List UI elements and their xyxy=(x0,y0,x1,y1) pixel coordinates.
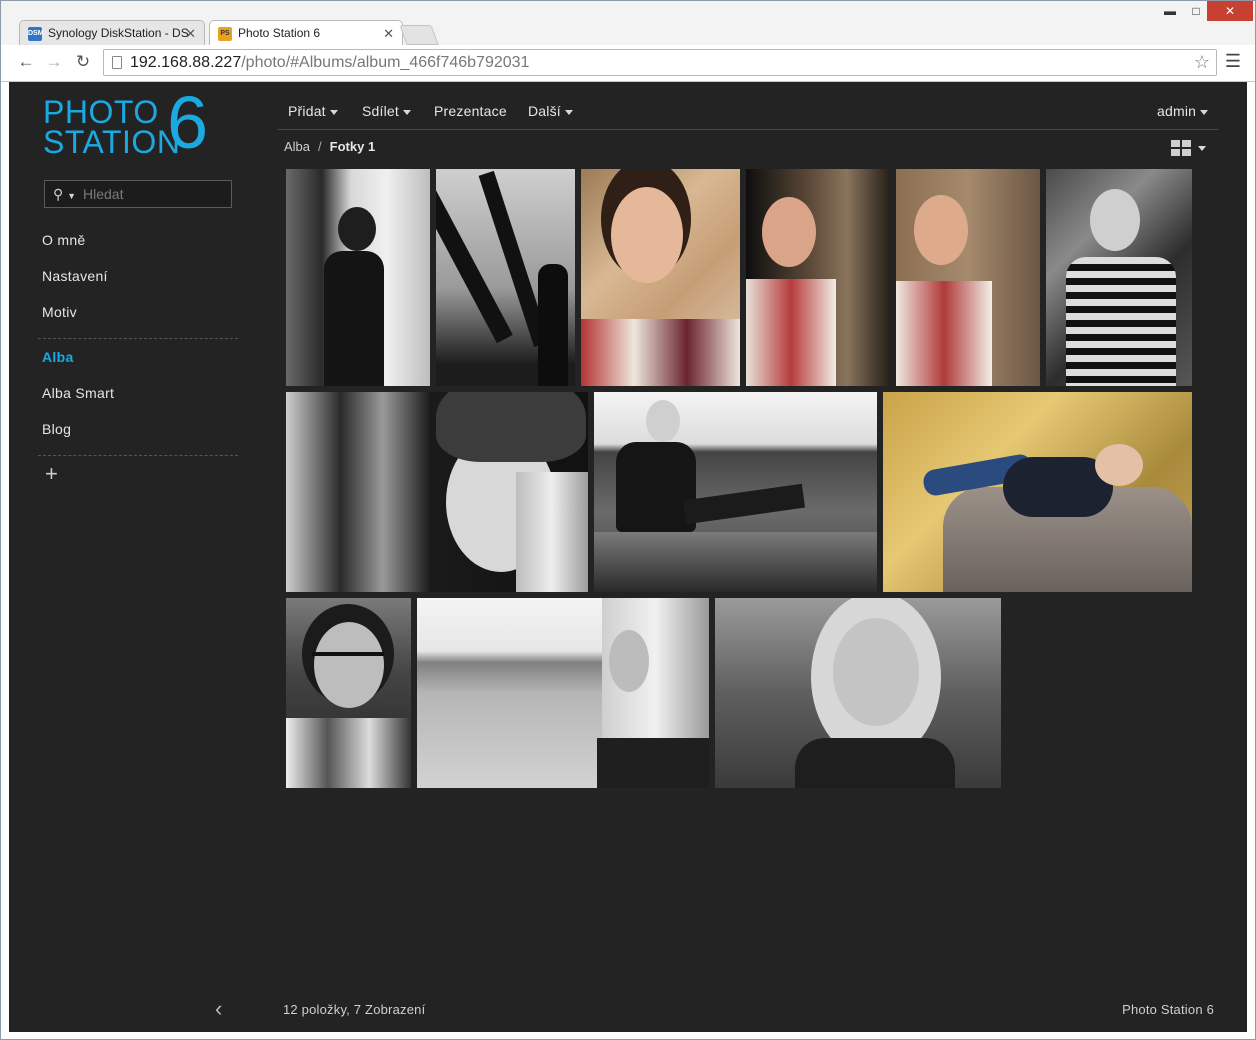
chevron-down-icon xyxy=(329,109,338,115)
breadcrumb: Alba / Fotky 1 xyxy=(284,139,375,154)
page-icon xyxy=(112,56,122,69)
tab-diskstation[interactable]: DSM Synology DiskStation - DS ✕ xyxy=(19,20,205,46)
chevron-down-icon xyxy=(564,109,573,115)
photo-face xyxy=(833,618,919,726)
photo-subject xyxy=(538,264,568,386)
photo-face xyxy=(762,197,816,267)
photo-face xyxy=(1095,444,1143,486)
photo-thumbnail[interactable] xyxy=(286,169,430,386)
add-icon[interactable]: + xyxy=(45,463,58,485)
tab-title: Photo Station 6 xyxy=(238,26,321,40)
breadcrumb-root[interactable]: Alba xyxy=(284,139,310,154)
logo-number: 6 xyxy=(167,81,209,164)
photo-thumbnail[interactable] xyxy=(746,169,890,386)
reload-button[interactable]: ↻ xyxy=(72,51,94,73)
photo-station-favicon-icon: PS xyxy=(218,27,232,41)
close-tab-icon[interactable]: ✕ xyxy=(185,21,196,46)
photo-subject-body xyxy=(324,251,384,386)
add-menu[interactable]: Přidat xyxy=(288,103,338,119)
forward-button[interactable]: → xyxy=(43,51,65,73)
status-text: 12 položky, 7 Zobrazení xyxy=(283,1002,426,1017)
photo-legs xyxy=(682,483,806,525)
share-menu[interactable]: Sdílet xyxy=(362,103,411,119)
sidebar-item-theme[interactable]: Motiv xyxy=(42,304,77,320)
tab-title: Synology DiskStation - DS xyxy=(48,26,189,40)
chevron-down-icon xyxy=(403,109,411,115)
photo-jacket xyxy=(616,442,696,532)
photo-striped-top xyxy=(1066,257,1176,386)
photo-thumbnail[interactable] xyxy=(715,598,1001,788)
photo-thumbnail[interactable] xyxy=(286,392,588,592)
browser-menu-icon[interactable]: ☰ xyxy=(1225,51,1241,72)
photo-jacket xyxy=(795,738,955,788)
photo-face xyxy=(646,400,680,442)
sidebar-item-blog[interactable]: Blog xyxy=(42,421,71,437)
photo-jacket xyxy=(597,738,709,788)
dsm-favicon-icon: DSM xyxy=(28,27,44,41)
photo-hair xyxy=(516,472,588,592)
search-input[interactable]: ⚲ ▼ Hledat xyxy=(44,180,232,208)
photo-scarf xyxy=(896,281,992,386)
photo-thumbnail[interactable] xyxy=(581,169,740,386)
url-path: /photo/#Albums/album_466f746b792031 xyxy=(241,54,530,71)
close-window-button[interactable]: ✕ xyxy=(1207,1,1253,21)
add-menu-label: Přidat xyxy=(288,103,326,119)
sidebar-item-albums[interactable]: Alba xyxy=(42,349,74,365)
photo-thumbnail[interactable] xyxy=(417,598,709,788)
url-host: 192.168.88.227 xyxy=(130,54,242,71)
footer-brand: Photo Station 6 xyxy=(1122,1002,1214,1017)
photo-face xyxy=(611,187,683,283)
photo-face xyxy=(609,630,649,692)
collapse-sidebar-icon[interactable]: ‹ xyxy=(215,996,222,1022)
browser-toolbar: ← → ↻ 192.168.88.227/photo/#Albums/album… xyxy=(1,45,1255,82)
photo-face xyxy=(1090,189,1140,251)
user-name: admin xyxy=(1157,103,1197,119)
photo-thumbnail[interactable] xyxy=(883,392,1192,592)
sidebar-item-about[interactable]: O mně xyxy=(42,232,86,248)
more-menu-label: Další xyxy=(528,103,561,119)
slideshow-button[interactable]: Prezentace xyxy=(434,103,507,119)
bookmark-star-icon[interactable]: ☆ xyxy=(1194,50,1210,75)
more-menu[interactable]: Další xyxy=(528,103,573,119)
photo-scarf xyxy=(286,718,411,788)
sidebar-item-settings[interactable]: Nastavení xyxy=(42,268,108,284)
photo-thumbnail[interactable] xyxy=(286,598,411,788)
grid-view-icon[interactable] xyxy=(1171,140,1191,156)
photo-glasses xyxy=(312,652,384,670)
breadcrumb-current: Fotky 1 xyxy=(329,139,376,154)
address-bar[interactable]: 192.168.88.227/photo/#Albums/album_466f7… xyxy=(103,49,1217,76)
back-button[interactable]: ← xyxy=(15,51,37,73)
photo-thumbnail[interactable] xyxy=(436,169,575,386)
chevron-down-icon xyxy=(1200,109,1209,115)
user-menu[interactable]: admin xyxy=(1157,103,1209,119)
new-tab-button[interactable] xyxy=(399,25,439,45)
photo-subject xyxy=(338,207,376,251)
share-menu-label: Sdílet xyxy=(362,103,399,119)
photo-station-app: PHOTO STATION 6 ⚲ ▼ Hledat O mně Nastave… xyxy=(9,82,1247,1032)
photo-thumbnail[interactable] xyxy=(1046,169,1192,386)
photo-scarf xyxy=(746,279,836,386)
sidebar-divider xyxy=(38,455,238,456)
browser-window: DSM Synology DiskStation - DS ✕ PS Photo… xyxy=(0,0,1256,1040)
tab-photo-station[interactable]: PS Photo Station 6 ✕ xyxy=(209,20,403,46)
search-placeholder: Hledat xyxy=(83,186,124,202)
view-options-chevron-icon[interactable] xyxy=(1198,146,1206,151)
breadcrumb-separator: / xyxy=(318,139,322,154)
title-bar: DSM Synology DiskStation - DS ✕ PS Photo… xyxy=(1,1,1255,46)
header-divider xyxy=(278,129,1218,130)
search-icon[interactable]: ⚲ ▼ xyxy=(53,181,76,209)
photo-thumbnail[interactable] xyxy=(594,392,877,592)
photo-thumbnail[interactable] xyxy=(896,169,1040,386)
sidebar-item-smart-albums[interactable]: Alba Smart xyxy=(42,385,114,401)
close-tab-icon[interactable]: ✕ xyxy=(383,21,394,46)
photo-beanie xyxy=(436,392,586,462)
photo-station-logo: PHOTO STATION 6 xyxy=(43,86,223,160)
logo-line-2: STATION xyxy=(43,124,181,160)
photo-scarf xyxy=(581,319,740,386)
sidebar-divider xyxy=(38,338,238,339)
photo-rocks xyxy=(594,532,877,592)
photo-face xyxy=(914,195,968,265)
